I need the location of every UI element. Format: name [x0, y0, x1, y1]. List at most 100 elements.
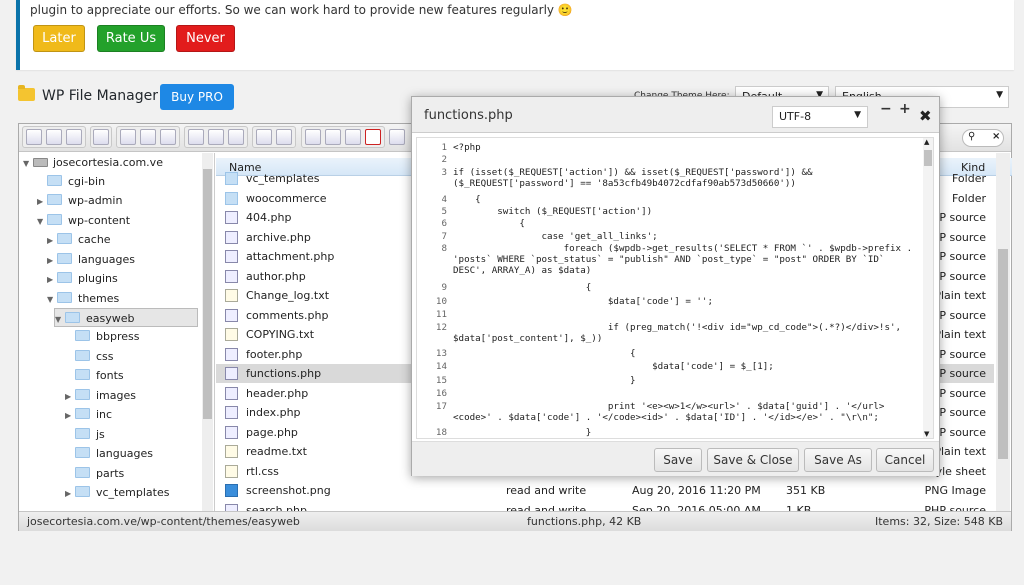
file-icon [225, 231, 238, 244]
clear-icon[interactable]: × [992, 131, 1000, 142]
save-button[interactable]: Save [654, 448, 702, 472]
tree-item[interactable]: ▶ inc [65, 405, 112, 424]
file-kind: Folder [952, 172, 986, 185]
cut-icon[interactable] [325, 129, 341, 145]
download-icon[interactable] [208, 129, 224, 145]
maximize-icon[interactable]: + [899, 101, 911, 117]
tree-item[interactable]: ▼ wp-content [37, 211, 130, 230]
upload-icon[interactable] [188, 129, 204, 145]
tree-item[interactable]: ▶ cache [47, 230, 111, 249]
file-kind: P source [939, 250, 986, 263]
file-name: footer.php [246, 348, 303, 361]
encoding-select[interactable]: UTF-8 ▼ [772, 106, 868, 128]
tree-scrollbar[interactable] [202, 153, 213, 511]
tree-item[interactable]: fonts [65, 366, 124, 385]
up-icon[interactable] [66, 129, 82, 145]
close-icon[interactable]: ✖ [919, 107, 932, 125]
drive-icon [33, 158, 48, 167]
reload-icon[interactable] [93, 129, 109, 145]
tree-item[interactable]: languages [65, 444, 153, 463]
search-input[interactable]: ⚲ × [962, 129, 1004, 147]
tree-item[interactable]: ▶ languages [47, 250, 135, 269]
code-editor[interactable]: 1 <?php 2 3 if (isset($_REQUEST['action']) &… [416, 137, 934, 439]
dialog-title: functions.php [424, 108, 513, 123]
line-number: 12 [435, 322, 447, 333]
later-button[interactable]: Later [33, 25, 85, 52]
items-info: Items: 32, Size: 548 KB [875, 515, 1003, 528]
file-size: 351 KB [786, 484, 826, 497]
tree-item[interactable]: ▶ vc_templates [65, 483, 169, 502]
tree-item[interactable]: ▶ images [65, 386, 136, 405]
file-name: header.php [246, 387, 309, 400]
file-icon [225, 406, 238, 419]
paste-icon[interactable] [345, 129, 361, 145]
line-text: $data['code'] = $_[1]; [453, 361, 774, 372]
back-icon[interactable] [26, 129, 42, 145]
cancel-button[interactable]: Cancel [876, 448, 934, 472]
line-number: 4 [441, 194, 447, 205]
tree-item[interactable]: parts [65, 464, 124, 483]
redo-icon[interactable] [276, 129, 292, 145]
file-icon [225, 387, 238, 400]
delete-icon[interactable] [365, 129, 381, 145]
line-text: { [453, 194, 481, 205]
file-icon [225, 504, 238, 511]
table-row[interactable]: search.php read and write Sep 20, 2016 05:… [216, 501, 994, 511]
file-name: index.php [246, 406, 301, 419]
tree-item[interactable]: ▶ wp-admin [37, 191, 122, 210]
caret-down-icon: ▼ [854, 110, 861, 120]
never-button[interactable]: Never [176, 25, 235, 52]
file-name: COPYING.txt [246, 328, 315, 341]
new-file-icon[interactable] [140, 129, 156, 145]
line-number: 11 [435, 309, 447, 320]
file-icon [225, 465, 238, 478]
line-number: 6 [441, 218, 447, 229]
line-text: { [453, 348, 636, 359]
file-icon [225, 426, 238, 439]
folder-icon [75, 350, 90, 361]
folder-icon [75, 330, 90, 341]
file-kind: Plain text [934, 289, 986, 302]
line-number: 15 [435, 375, 447, 386]
folder-icon [57, 233, 72, 244]
selected-info: functions.php, 42 KB [527, 515, 642, 528]
file-icon [225, 328, 238, 341]
current-path: josecortesia.com.ve/wp-content/themes/ea… [27, 515, 300, 528]
folder-icon [47, 214, 62, 225]
scroll-down-icon[interactable]: ▼ [924, 430, 929, 438]
table-row[interactable]: screenshot.png read and write Aug 20, 2016… [216, 481, 994, 500]
line-text: switch ($_REQUEST['action']) [453, 206, 653, 217]
editor-scrollbar[interactable]: ▲ ▼ [923, 138, 933, 438]
file-icon [225, 250, 238, 263]
tree-item[interactable]: cgi-bin [37, 172, 105, 191]
new-folder-icon[interactable] [120, 129, 136, 145]
minimize-icon[interactable]: − [880, 101, 892, 117]
undo-icon[interactable] [256, 129, 272, 145]
open-icon[interactable] [228, 129, 244, 145]
tree-item-selected[interactable]: ▼ easyweb [54, 308, 198, 327]
buy-pro-button[interactable]: Buy PRO [160, 84, 234, 110]
tree-item[interactable]: js [65, 425, 105, 444]
rate-notice: plugin to appreciate our efforts. So we … [16, 0, 1014, 70]
save-icon[interactable] [160, 129, 176, 145]
list-scrollbar[interactable] [996, 153, 1010, 511]
file-name: rtl.css [246, 465, 279, 478]
tree-item[interactable]: ▶ plugins [47, 269, 118, 288]
copy-icon[interactable] [305, 129, 321, 145]
tree-item[interactable]: ▼ themes [47, 289, 119, 308]
tree-item[interactable]: bbpress [65, 327, 139, 346]
duplicate-icon[interactable] [389, 129, 405, 145]
rate-us-button[interactable]: Rate Us [97, 25, 165, 52]
file-name: screenshot.png [246, 484, 331, 497]
tree-item[interactable]: css [65, 347, 114, 366]
tree-item[interactable]: ▼ josecortesia.com.ve [23, 153, 163, 172]
save-close-button[interactable]: Save & Close [707, 448, 799, 472]
forward-icon[interactable] [46, 129, 62, 145]
scroll-up-icon[interactable]: ▲ [924, 138, 929, 146]
file-kind: yle sheet [935, 465, 986, 478]
file-kind: Plain text [934, 328, 986, 341]
file-kind: P source [939, 387, 986, 400]
line-number: 1 [441, 142, 447, 153]
file-name: woocommerce [246, 192, 327, 205]
save-as-button[interactable]: Save As [804, 448, 872, 472]
